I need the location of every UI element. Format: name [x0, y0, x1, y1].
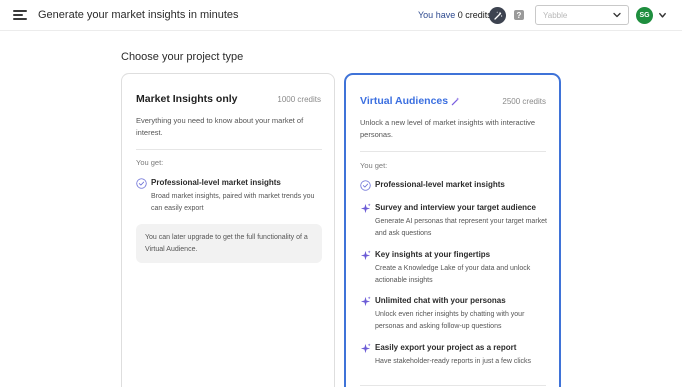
- card-title: Market Insights only: [136, 93, 238, 105]
- credits-value: 0 credits: [457, 10, 492, 20]
- card-credits: 2500 credits: [502, 97, 546, 106]
- feature-title: Easily export your project as a report: [375, 343, 517, 352]
- market-insights-card[interactable]: Market Insights only 1000 credits Everyt…: [121, 73, 335, 387]
- feature-title: Unlimited chat with your personas: [375, 296, 506, 305]
- chevron-down-icon: [613, 12, 621, 18]
- you-get-label: You get:: [136, 158, 164, 167]
- top-header: Generate your market insights in minutes…: [0, 0, 682, 31]
- sparkle-icon: [360, 343, 371, 354]
- section-title: Choose your project type: [121, 51, 244, 63]
- upgrade-note: You can later upgrade to get the full fu…: [136, 224, 322, 263]
- credits-prefix: You have: [418, 10, 456, 20]
- feature-title: Key insights at your fingertips: [375, 250, 491, 259]
- divider: [360, 385, 546, 386]
- feature-description: Unlock even richer insights by chatting …: [375, 311, 525, 330]
- feature-description: Generate AI personas that represent your…: [375, 218, 547, 237]
- feature-description: Broad market insights, paired with marke…: [151, 193, 315, 212]
- sparkle-icon: [360, 296, 371, 307]
- virtual-audiences-card[interactable]: Virtual Audiences 2500 credits Unlock a …: [344, 73, 561, 387]
- you-get-label: You get:: [360, 161, 388, 170]
- magic-wand-button[interactable]: [489, 7, 506, 24]
- account-menu-chevron-icon[interactable]: [658, 11, 667, 20]
- card-title: Virtual Audiences: [360, 95, 460, 107]
- user-avatar[interactable]: SG: [636, 7, 653, 24]
- feature-item: Easily export your project as a report H…: [360, 343, 555, 373]
- sparkle-icon: [360, 203, 371, 214]
- help-button[interactable]: ?: [514, 10, 524, 20]
- feature-item: Unlimited chat with your personas Unlock…: [360, 296, 555, 336]
- check-circle-icon: [360, 180, 371, 191]
- credits-balance: You have 0 credits: [418, 10, 492, 20]
- feature-item: Survey and interview your target audienc…: [360, 203, 555, 243]
- card-credits: 1000 credits: [277, 95, 321, 104]
- feature-title: Survey and interview your target audienc…: [375, 203, 536, 212]
- check-circle-icon: [136, 178, 147, 189]
- card-title-text: Virtual Audiences: [360, 95, 449, 107]
- page-title: Generate your market insights in minutes: [38, 9, 239, 21]
- feature-title: Professional-level market insights: [375, 180, 505, 189]
- feature-item: Professional-level market insights: [360, 180, 555, 194]
- feature-description: Have stakeholder-ready reports in just a…: [375, 358, 532, 365]
- feature-title: Professional-level market insights: [151, 178, 281, 187]
- card-description: Unlock a new level of market insights wi…: [360, 118, 536, 139]
- organization-select[interactable]: Yabble: [535, 5, 629, 25]
- magic-wand-icon: [451, 96, 460, 105]
- upgrade-note-text: You can later upgrade to get the full fu…: [145, 234, 308, 253]
- feature-item: Professional-level market insights Broad…: [136, 178, 326, 218]
- sparkle-icon: [360, 250, 371, 261]
- menu-icon[interactable]: [13, 8, 27, 22]
- feature-item: Key insights at your fingertips Create a…: [360, 250, 555, 290]
- card-description: Everything you need to know about your m…: [136, 116, 304, 137]
- feature-description: Create a Knowledge Lake of your data and…: [375, 265, 531, 284]
- divider: [360, 151, 546, 152]
- magic-wand-icon: [493, 11, 502, 20]
- divider: [136, 149, 322, 150]
- organization-select-value: Yabble: [543, 11, 568, 20]
